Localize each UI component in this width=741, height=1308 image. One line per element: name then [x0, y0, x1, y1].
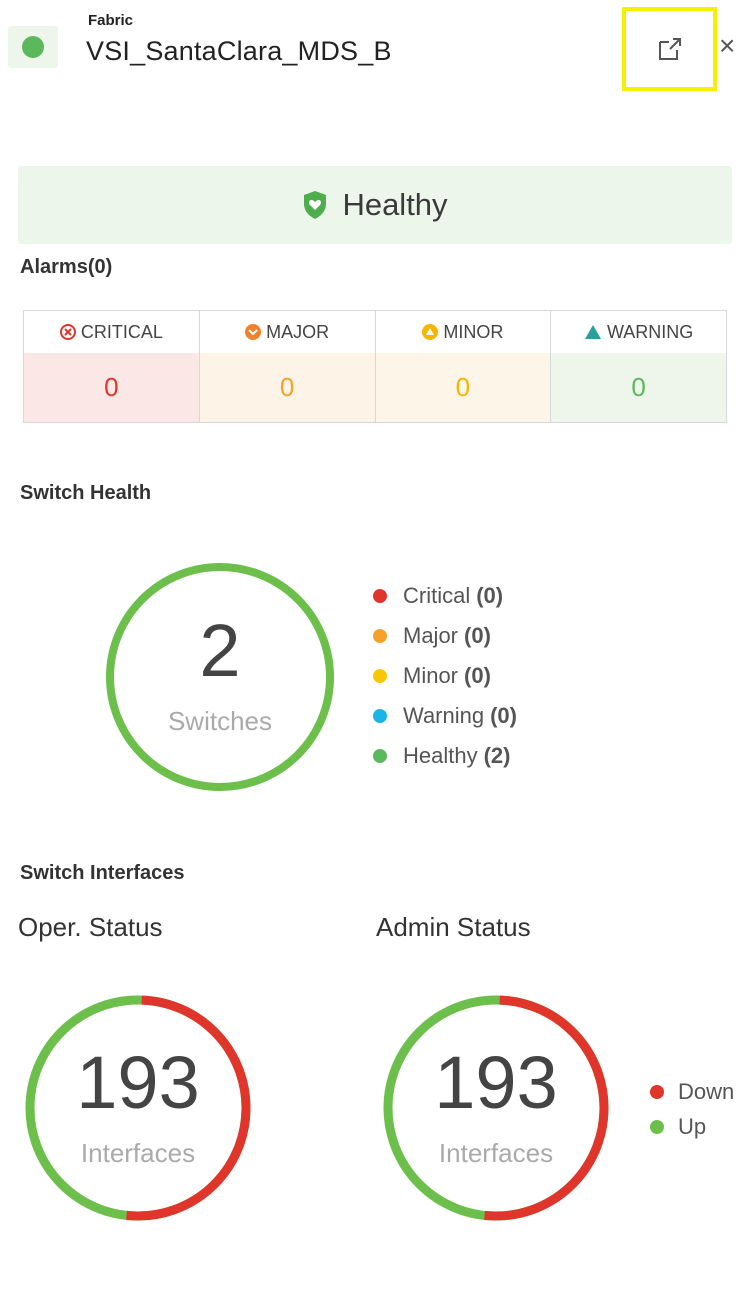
legend-count: (0)	[464, 623, 491, 648]
legend-item-down[interactable]: Down	[650, 1072, 734, 1112]
legend-label: Warning	[403, 703, 485, 728]
down-dot-icon	[650, 1085, 664, 1099]
legend-count: (0)	[490, 703, 517, 728]
alarm-count-major: 0	[199, 353, 375, 422]
interface-status-legend: Down Up	[650, 1072, 734, 1142]
fabric-status-indicator	[8, 26, 58, 68]
alarm-label-major: MAJOR	[266, 321, 330, 342]
status-dot-icon	[22, 36, 44, 58]
legend-item-healthy[interactable]: Healthy (2)	[373, 736, 517, 776]
oper-status-donut: 193 Interfaces	[22, 992, 254, 1224]
alarm-column-minor[interactable]: MINOR 0	[375, 311, 552, 422]
fabric-name-title: VSI_SantaClara_MDS_B	[86, 36, 392, 66]
close-icon: ×	[719, 30, 736, 61]
switch-health-title: Switch Health	[20, 482, 152, 504]
alarm-count-minor: 0	[375, 353, 551, 422]
health-status-label: Healthy	[342, 187, 448, 222]
warning-triangle-icon	[584, 325, 601, 339]
switch-count: 2	[199, 609, 241, 692]
admin-interface-count: 193	[434, 1041, 558, 1124]
legend-item-major[interactable]: Major (0)	[373, 616, 517, 656]
legend-label: Minor	[403, 663, 459, 688]
admin-interface-unit: Interfaces	[438, 1138, 554, 1168]
switch-health-donut: 2 Switches	[103, 560, 337, 794]
legend-label: Healthy	[403, 743, 478, 768]
legend-item-up[interactable]: Up	[650, 1112, 734, 1142]
oper-status-title: Oper. Status	[18, 912, 163, 942]
major-dot-icon	[373, 629, 387, 643]
alarm-count-critical: 0	[24, 353, 199, 422]
shield-heart-icon	[304, 191, 327, 219]
alarm-count-warning: 0	[551, 353, 726, 422]
open-in-new-window-button[interactable]	[622, 7, 717, 91]
alarm-label-critical: CRITICAL	[80, 321, 163, 342]
legend-label: Major	[403, 623, 459, 648]
warning-dot-icon	[373, 709, 387, 723]
alarm-column-major[interactable]: MAJOR 0	[199, 311, 376, 422]
legend-count: (0)	[476, 583, 504, 608]
minor-alert-icon	[422, 324, 439, 340]
admin-status-donut: 193 Interfaces	[380, 992, 612, 1224]
legend-count: (2)	[483, 743, 511, 768]
oper-interface-count: 193	[76, 1041, 200, 1124]
critical-x-icon	[59, 324, 76, 340]
alarm-label-warning: WARNING	[606, 321, 694, 342]
legend-item-minor[interactable]: Minor (0)	[373, 656, 517, 696]
close-button[interactable]: ×	[719, 32, 735, 60]
legend-label: Up	[678, 1114, 707, 1139]
minor-dot-icon	[373, 669, 387, 683]
major-chevron-icon	[245, 324, 262, 340]
critical-dot-icon	[373, 589, 387, 603]
alarm-label-minor: MINOR	[443, 321, 504, 342]
oper-interface-unit: Interfaces	[80, 1138, 196, 1168]
alarm-column-critical[interactable]: CRITICAL 0	[24, 311, 200, 422]
up-dot-icon	[650, 1120, 664, 1134]
switch-interfaces-title: Switch Interfaces	[20, 862, 185, 884]
legend-label: Critical	[403, 583, 471, 608]
legend-item-critical[interactable]: Critical (0)	[373, 576, 517, 616]
alarm-summary-table: CRITICAL 0 MAJOR 0 MINOR 0 WARNING 0	[23, 310, 727, 423]
switch-health-legend: Critical (0) Major (0) Minor (0) Warning…	[373, 576, 517, 776]
alarms-title: Alarms(0)	[20, 256, 113, 278]
legend-item-warning[interactable]: Warning (0)	[373, 696, 517, 736]
admin-status-title: Admin Status	[376, 912, 531, 942]
switch-count-unit: Switches	[167, 706, 273, 736]
entity-type-label: Fabric	[88, 12, 134, 29]
alarm-column-warning[interactable]: WARNING 0	[551, 311, 726, 422]
legend-count: (0)	[464, 663, 491, 688]
healthy-dot-icon	[373, 749, 387, 763]
legend-label: Down	[678, 1079, 735, 1104]
external-link-icon	[658, 38, 681, 60]
health-status-banner: Healthy	[18, 166, 732, 244]
